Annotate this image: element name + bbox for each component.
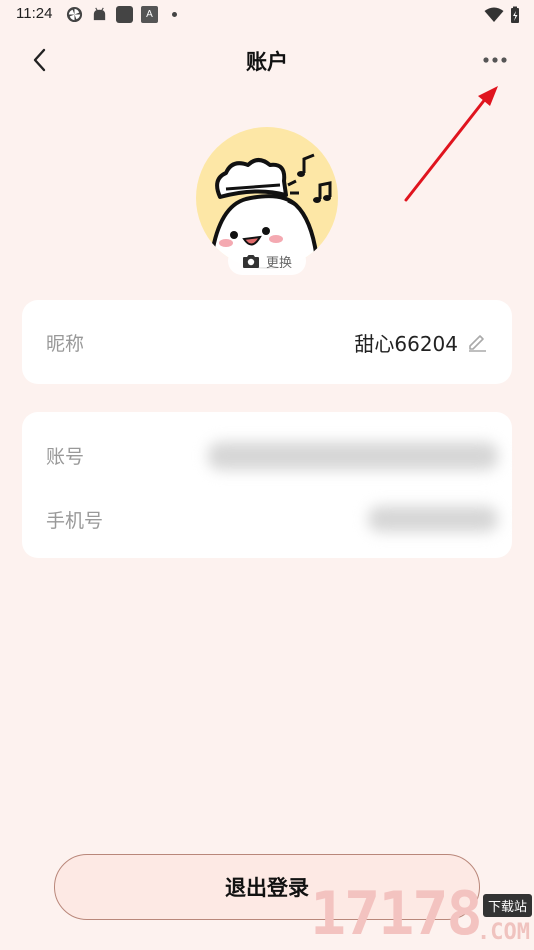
nickname-label: 昵称 [46, 333, 85, 355]
watermark: 17178 下载站 .COM [310, 878, 534, 950]
account-value-blurred [208, 442, 498, 470]
a-badge-icon: A [141, 6, 158, 23]
pinwheel-icon [66, 6, 83, 23]
dot-icon [172, 12, 177, 17]
status-bar: 11:24 A [0, 0, 534, 30]
battery-charging-icon [511, 6, 519, 23]
page-title: 账户 [246, 50, 288, 74]
nickname-value: 甜心66204 [354, 332, 458, 356]
change-avatar-button[interactable]: 更换 [228, 247, 306, 275]
app-square-icon [116, 6, 133, 23]
account-label: 账号 [46, 446, 85, 468]
camera-icon [242, 254, 259, 268]
nav-bar: 账户 [0, 30, 534, 90]
status-time: 11:24 [16, 5, 53, 22]
change-avatar-label: 更换 [265, 255, 292, 271]
phone-value-blurred [368, 506, 498, 532]
android-icon [93, 7, 106, 21]
system-icons [484, 6, 520, 24]
watermark-badge: 下载站 [482, 894, 532, 917]
account-card: 账号 手机号 [22, 412, 512, 558]
phone-label: 手机号 [46, 510, 104, 532]
account-page: 11:24 A 账户 更换 昵称 甜心66204 账号 手机号 退出登录 171… [0, 0, 534, 950]
wifi-icon [484, 7, 504, 22]
watermark-suffix: .COM [477, 920, 530, 945]
pencil-icon[interactable] [466, 330, 488, 352]
more-dots-icon[interactable] [480, 48, 510, 72]
watermark-digits: 17178 [310, 879, 483, 949]
nickname-card[interactable]: 昵称 甜心66204 [22, 300, 512, 384]
notification-icons: A [66, 6, 177, 23]
